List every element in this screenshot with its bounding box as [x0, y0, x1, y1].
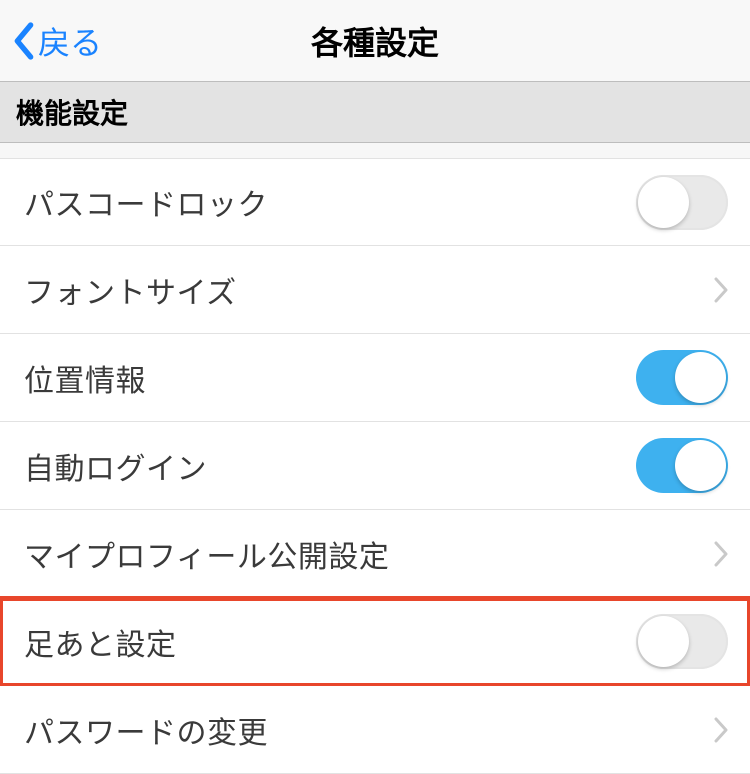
passcode-lock-toggle[interactable] [636, 175, 728, 230]
row-font-size[interactable]: フォントサイズ [0, 246, 750, 334]
nav-bar: 戻る 各種設定 [0, 0, 750, 82]
row-label: 位置情報 [24, 356, 146, 400]
chevron-right-icon [714, 717, 728, 743]
back-label: 戻る [38, 18, 102, 64]
row-label: 足あと設定 [24, 620, 177, 664]
row-profile-visibility[interactable]: マイプロフィール公開設定 [0, 510, 750, 598]
row-auto-login[interactable]: 自動ログイン [0, 422, 750, 510]
row-label: パスコードロック [24, 180, 268, 224]
chevron-left-icon [10, 21, 38, 61]
row-footprint-setting[interactable]: 足あと設定 [0, 598, 750, 686]
footprint-toggle[interactable] [636, 614, 728, 669]
chevron-right-icon [714, 541, 728, 567]
page-title: 各種設定 [311, 18, 439, 64]
row-label: 自動ログイン [24, 444, 207, 488]
chevron-right-icon [714, 277, 728, 303]
auto-login-toggle[interactable] [636, 438, 728, 493]
row-change-password[interactable]: パスワードの変更 [0, 686, 750, 774]
row-label: パスワードの変更 [24, 708, 268, 752]
row-passcode-lock[interactable]: パスコードロック [0, 158, 750, 246]
row-label: フォントサイズ [24, 268, 237, 312]
back-button[interactable]: 戻る [10, 18, 102, 64]
location-toggle[interactable] [636, 350, 728, 405]
row-location[interactable]: 位置情報 [0, 334, 750, 422]
row-label: マイプロフィール公開設定 [24, 532, 389, 576]
section-header: 機能設定 [0, 82, 750, 143]
